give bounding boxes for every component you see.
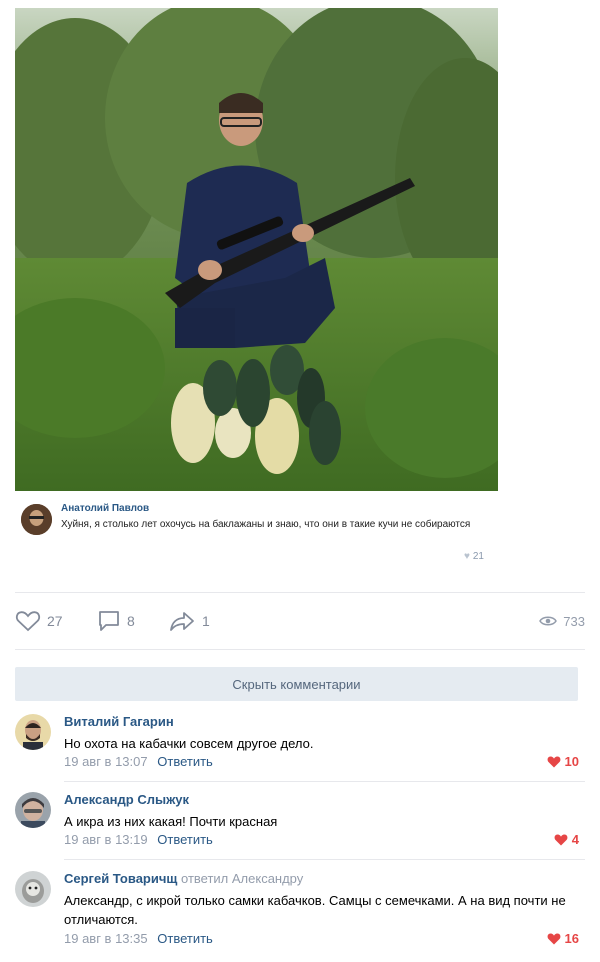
comment-date[interactable]: 19 авг в 13:35 xyxy=(64,931,148,946)
comment-date[interactable]: 19 авг в 13:19 xyxy=(64,832,148,847)
comment-like-button[interactable]: 16 xyxy=(547,931,579,946)
comment-icon xyxy=(99,611,119,631)
post-page: Анатолий Павлов Хуйня, я столько лет охо… xyxy=(0,0,600,962)
heart-icon xyxy=(547,933,560,944)
comment-item: Виталий Гагарин Но охота на кабачки совс… xyxy=(15,714,585,782)
comment-like-count: 4 xyxy=(571,832,579,847)
comment-like-count: 16 xyxy=(564,931,579,946)
replied-to[interactable]: ответил Александру xyxy=(181,871,303,886)
comment-meta: 19 авг в 13:35 Ответить xyxy=(64,931,213,946)
post-photo-image xyxy=(15,8,498,491)
comment-author[interactable]: Анатолий Павлов xyxy=(61,503,149,514)
post-actions: 27 8 1 733 xyxy=(15,606,585,636)
comment-item: Сергей Товаричщ ответил Александру Алекс… xyxy=(15,871,585,956)
comment-like-count: 10 xyxy=(564,754,579,769)
heart-icon xyxy=(15,611,41,632)
comment-like-button[interactable]: 10 xyxy=(547,754,579,769)
heart-icon xyxy=(554,834,568,845)
comment-item: Александр Слыжук А икра из них какая! По… xyxy=(15,792,585,860)
embedded-comment: Анатолий Павлов Хуйня, я столько лет охо… xyxy=(15,496,498,576)
like-button[interactable]: 27 xyxy=(15,606,63,636)
share-button[interactable]: 1 xyxy=(168,606,210,636)
divider xyxy=(64,781,585,782)
avatar[interactable] xyxy=(15,792,51,828)
hide-comments-button[interactable]: Скрыть комментарии xyxy=(15,667,578,701)
comment-author[interactable]: Виталий Гагарин xyxy=(64,714,174,729)
divider xyxy=(15,649,585,650)
like-count: 27 xyxy=(47,613,63,629)
comment-date[interactable]: 19 авг в 13:07 xyxy=(64,754,148,769)
comment-like-button[interactable]: 4 xyxy=(554,832,579,847)
eye-icon xyxy=(539,616,558,626)
heart-icon xyxy=(547,756,560,767)
divider xyxy=(15,592,585,593)
comment-like-count[interactable]: ♥ 21 xyxy=(464,551,484,562)
divider xyxy=(64,859,585,860)
avatar[interactable] xyxy=(15,714,51,750)
share-icon xyxy=(170,612,194,631)
comment-count: 8 xyxy=(127,613,135,629)
comment-button[interactable]: 8 xyxy=(97,606,135,636)
comment-text: Александр, с икрой только самки кабачков… xyxy=(64,893,566,927)
comment-text: Но охота на кабачки совсем другое дело. xyxy=(64,736,314,751)
comment-author: Сергей Товаричщ ответил Александру xyxy=(64,871,303,886)
views-counter: 733 xyxy=(539,606,585,636)
avatar[interactable] xyxy=(21,504,52,535)
reply-button[interactable]: Ответить xyxy=(157,931,213,946)
reply-button[interactable]: Ответить xyxy=(157,832,213,847)
reply-button[interactable]: Ответить xyxy=(157,754,213,769)
view-count: 733 xyxy=(563,613,585,629)
share-count: 1 xyxy=(202,613,210,629)
comment-text: А икра из них какая! Почти красная xyxy=(64,814,278,829)
comment-meta: 19 авг в 13:19 Ответить xyxy=(64,832,213,847)
comment-author-name[interactable]: Сергей Товаричщ xyxy=(64,871,177,886)
avatar[interactable] xyxy=(15,871,51,907)
comment-author[interactable]: Александр Слыжук xyxy=(64,792,189,807)
heart-icon: ♥ xyxy=(463,551,470,562)
comment-text: Хуйня, я столько лет охочусь на баклажан… xyxy=(61,519,471,530)
post-photo[interactable] xyxy=(15,8,498,491)
comment-meta: 19 авг в 13:07 Ответить xyxy=(64,754,213,769)
